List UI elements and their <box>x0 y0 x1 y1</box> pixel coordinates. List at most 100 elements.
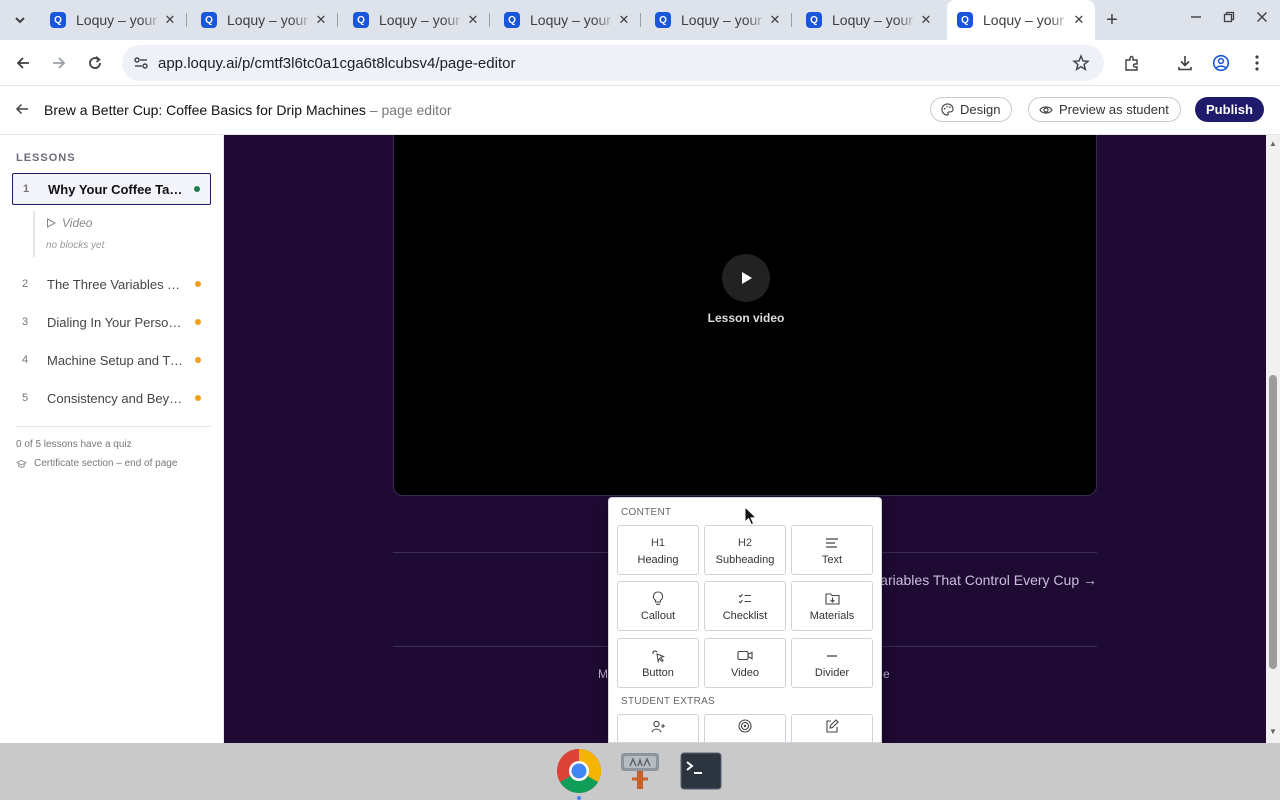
tab-title: Loquy – your <box>530 12 611 28</box>
profile-icon[interactable] <box>1210 52 1232 74</box>
video-block[interactable]: Lesson video <box>393 135 1097 496</box>
checklist-block-button[interactable]: Checklist <box>704 581 786 631</box>
close-icon[interactable]: ✕ <box>313 12 329 28</box>
tab-title: Loquy – your <box>379 12 460 28</box>
sidebar-item-lesson-4[interactable]: 4 Machine Setup and Troubleshooting <box>12 344 211 376</box>
block-label: Materials <box>809 609 855 622</box>
back-to-course-button[interactable] <box>14 101 30 122</box>
close-icon[interactable]: ✕ <box>465 12 481 28</box>
tab-title: Loquy – your <box>983 12 1064 28</box>
browser-tab[interactable]: Q Loquy – your ✕ <box>645 6 792 34</box>
add-student-block-button[interactable] <box>617 714 699 742</box>
tab-title: Loquy – your <box>832 12 913 28</box>
address-bar[interactable]: app.loquy.ai/p/cmtf3l6tc0a1cga6t8lcubsv4… <box>122 45 1104 81</box>
close-icon[interactable]: ✕ <box>767 12 783 28</box>
text-block-button[interactable]: Text <box>791 525 873 575</box>
new-tab-button[interactable]: + <box>1100 8 1124 32</box>
tab-search-button[interactable] <box>8 8 32 32</box>
restore-icon[interactable] <box>1223 10 1235 26</box>
graduation-cap-icon <box>16 459 27 468</box>
heading-block-button[interactable]: H1 Heading <box>617 525 699 575</box>
footer-text-fragment: M <box>598 667 608 681</box>
terminal-taskbar-icon[interactable] <box>678 748 724 794</box>
quiz-count-note: 0 of 5 lessons have a quiz <box>16 439 132 450</box>
browser-tab[interactable]: Q Loquy – your ✕ <box>191 6 338 34</box>
browser-tab[interactable]: Q Loquy – your ✕ <box>343 6 490 34</box>
loquy-favicon-icon: Q <box>504 12 520 28</box>
preview-as-student-button[interactable]: Preview as student <box>1028 97 1181 122</box>
sidebar-item-lesson-5[interactable]: 5 Consistency and Beyond <box>12 382 211 414</box>
chrome-taskbar-icon[interactable] <box>556 748 602 794</box>
publish-button[interactable]: Publish <box>1195 97 1264 122</box>
scroll-down-icon[interactable]: ▼ <box>1269 727 1277 736</box>
sidebar-item-lesson-1[interactable]: 1 Why Your Coffee Tastes Bitter <box>12 173 211 205</box>
divider-block-button[interactable]: Divider <box>791 638 873 688</box>
lessons-sidebar: LESSONS 1 Why Your Coffee Tastes Bitter … <box>0 135 224 743</box>
callout-block-button[interactable]: Callout <box>617 581 699 631</box>
play-button[interactable] <box>722 254 770 302</box>
back-button[interactable] <box>12 52 34 74</box>
lesson-title: Why Your Coffee Tastes Bitter <box>48 181 186 197</box>
minimize-icon[interactable] <box>1190 10 1202 26</box>
mouse-cursor-icon <box>744 506 758 526</box>
page-editor-subtitle: – page editor <box>365 102 452 118</box>
lesson-number: 3 <box>22 316 29 328</box>
status-dot-pending <box>195 395 201 401</box>
status-dot-pending <box>195 281 201 287</box>
button-block-button[interactable]: Button <box>617 638 699 688</box>
url-text[interactable]: app.loquy.ai/p/cmtf3l6tc0a1cga6t8lcubsv4… <box>158 55 515 72</box>
sidebar-subitem-video[interactable]: Video <box>46 216 92 230</box>
reload-button[interactable] <box>84 52 106 74</box>
footer-text-fragment: e <box>883 667 890 681</box>
design-button[interactable]: Design <box>930 97 1013 122</box>
block-label: Callout <box>640 609 676 622</box>
sidebar-item-lesson-2[interactable]: 2 The Three Variables That Control Every… <box>12 268 211 300</box>
browser-tab[interactable]: Q Loquy – your ✕ <box>494 6 641 34</box>
play-outline-icon <box>47 218 56 228</box>
sidebar-item-lesson-3[interactable]: 3 Dialing In Your Personal Brew <box>12 306 211 338</box>
loquy-favicon-icon: Q <box>957 12 973 28</box>
bookmark-star-icon[interactable] <box>1072 54 1090 72</box>
tab-title: Loquy – your <box>681 12 762 28</box>
block-label: Subheading <box>715 553 775 566</box>
browser-tab[interactable]: Q Loquy – your ✕ <box>796 6 942 34</box>
loquy-favicon-icon: Q <box>201 12 217 28</box>
lightbulb-icon <box>652 591 664 607</box>
edit-note-icon <box>825 718 839 734</box>
tab-title: Loquy – your <box>76 12 157 28</box>
site-info-icon[interactable] <box>132 54 150 72</box>
scrollbar-thumb[interactable] <box>1269 375 1277 669</box>
close-icon[interactable]: ✕ <box>918 12 934 28</box>
forward-button[interactable] <box>48 52 70 74</box>
video-block-button[interactable]: Video <box>704 638 786 688</box>
certificate-section-link[interactable]: Certificate section – end of page <box>16 458 177 469</box>
close-icon[interactable]: ✕ <box>1071 12 1087 28</box>
block-label: Heading <box>637 553 679 566</box>
close-icon[interactable]: ✕ <box>162 12 178 28</box>
preview-button-label: Preview as student <box>1059 102 1169 117</box>
app-taskbar-icon[interactable] <box>617 748 663 794</box>
subheading-block-button[interactable]: H2 Subheading <box>704 525 786 575</box>
close-icon[interactable]: ✕ <box>616 12 632 28</box>
browser-tab-active[interactable]: Q Loquy – your ✕ <box>947 0 1095 40</box>
download-icon[interactable] <box>1174 52 1196 74</box>
lesson-number: 4 <box>22 354 29 366</box>
materials-block-button[interactable]: Materials <box>791 581 873 631</box>
browser-tab[interactable]: Q Loquy – your ✕ <box>40 6 187 34</box>
block-label: Checklist <box>722 609 768 622</box>
window-close-icon[interactable] <box>1256 10 1268 26</box>
h2-icon: H2 <box>737 536 753 549</box>
scroll-up-icon[interactable]: ▲ <box>1269 139 1277 148</box>
sidebar-divider <box>16 426 211 427</box>
status-dot-pending <box>195 357 201 363</box>
arrow-left-icon <box>15 103 28 115</box>
target-icon <box>738 718 752 734</box>
extensions-icon[interactable] <box>1121 52 1143 74</box>
goal-block-button[interactable] <box>704 714 786 742</box>
lesson-title: The Three Variables That Control Every C… <box>47 276 187 292</box>
block-label: Text <box>821 553 843 566</box>
page-scrollbar[interactable]: ▲ ▼ <box>1266 135 1280 743</box>
note-block-button[interactable] <box>791 714 873 742</box>
lessons-section-label: LESSONS <box>16 152 76 164</box>
browser-menu-icon[interactable] <box>1246 52 1268 74</box>
